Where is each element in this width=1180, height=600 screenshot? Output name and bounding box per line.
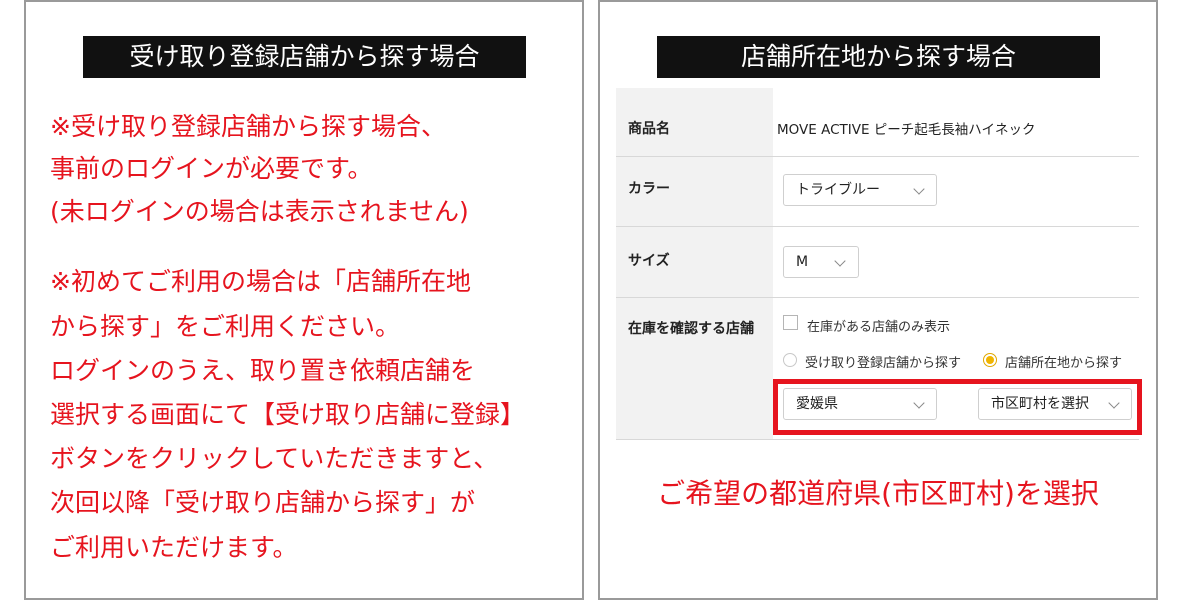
row-divider bbox=[616, 226, 1139, 227]
chevron-down-icon bbox=[913, 397, 925, 409]
note-line: ※初めてご利用の場合は「店舗所在地 bbox=[50, 267, 471, 296]
size-label: サイズ bbox=[628, 253, 670, 269]
city-select[interactable]: 市区町村を選択 bbox=[978, 388, 1132, 420]
color-select[interactable]: トライブルー bbox=[783, 174, 937, 206]
chevron-down-icon bbox=[913, 183, 925, 195]
color-select-value: トライブルー bbox=[796, 182, 880, 198]
note-line: (未ログインの場合は表示されません) bbox=[50, 197, 469, 226]
only-in-stock-label[interactable]: 在庫がある店舗のみ表示 bbox=[807, 316, 950, 335]
radio-registered-store[interactable] bbox=[783, 353, 797, 367]
only-in-stock-checkbox[interactable] bbox=[783, 315, 798, 330]
note-line: ログインのうえ、取り置き依頼店舗を bbox=[50, 356, 476, 385]
product-name-label: 商品名 bbox=[628, 121, 670, 137]
color-label: カラー bbox=[628, 181, 670, 197]
chevron-down-icon bbox=[834, 255, 846, 267]
row-divider bbox=[616, 439, 1139, 440]
size-select-value: M bbox=[796, 254, 809, 270]
stock-store-label: 在庫を確認する店舗 bbox=[628, 321, 754, 337]
right-panel: 店舗所在地から探す場合 商品名 MOVE ACTIVE ピーチ起毛長袖ハイネック… bbox=[598, 0, 1158, 600]
right-panel-title: 店舗所在地から探す場合 bbox=[657, 36, 1100, 78]
left-panel-title: 受け取り登録店舗から探す場合 bbox=[83, 36, 526, 78]
prefecture-select[interactable]: 愛媛県 bbox=[783, 388, 937, 420]
radio-registered-store-label[interactable]: 受け取り登録店舗から探す bbox=[805, 352, 961, 371]
note-line: から探す」をご利用ください。 bbox=[50, 312, 401, 341]
row-divider bbox=[616, 156, 1139, 157]
note-line: 事前のログインが必要です。 bbox=[50, 154, 373, 183]
left-panel: 受け取り登録店舗から探す場合 ※受け取り登録店舗から探す場合、 事前のログインが… bbox=[24, 0, 584, 600]
city-select-value: 市区町村を選択 bbox=[991, 396, 1089, 412]
note-line: ボタンをクリックしていただきますと、 bbox=[50, 444, 499, 473]
note-line: ご利用いただけます。 bbox=[50, 533, 298, 562]
radio-store-location-label[interactable]: 店舗所在地から探す bbox=[1005, 352, 1122, 371]
note-line: 選択する画面にて【受け取り店舗に登録】 bbox=[50, 400, 526, 429]
product-name-value: MOVE ACTIVE ピーチ起毛長袖ハイネック bbox=[777, 122, 1036, 138]
stock-search-form: 商品名 MOVE ACTIVE ピーチ起毛長袖ハイネック カラー トライブルー … bbox=[616, 88, 1142, 440]
row-divider bbox=[616, 297, 1139, 298]
chevron-down-icon bbox=[1108, 397, 1120, 409]
size-select[interactable]: M bbox=[783, 246, 859, 278]
note-line: ※受け取り登録店舗から探す場合、 bbox=[50, 112, 446, 141]
note-line: 次回以降「受け取り店舗から探す」が bbox=[50, 488, 476, 517]
radio-store-location[interactable] bbox=[983, 353, 997, 367]
prefecture-select-value: 愛媛県 bbox=[796, 396, 838, 412]
instruction-caption: ご希望の都道府県(市区町村)を選択 bbox=[657, 477, 1099, 510]
